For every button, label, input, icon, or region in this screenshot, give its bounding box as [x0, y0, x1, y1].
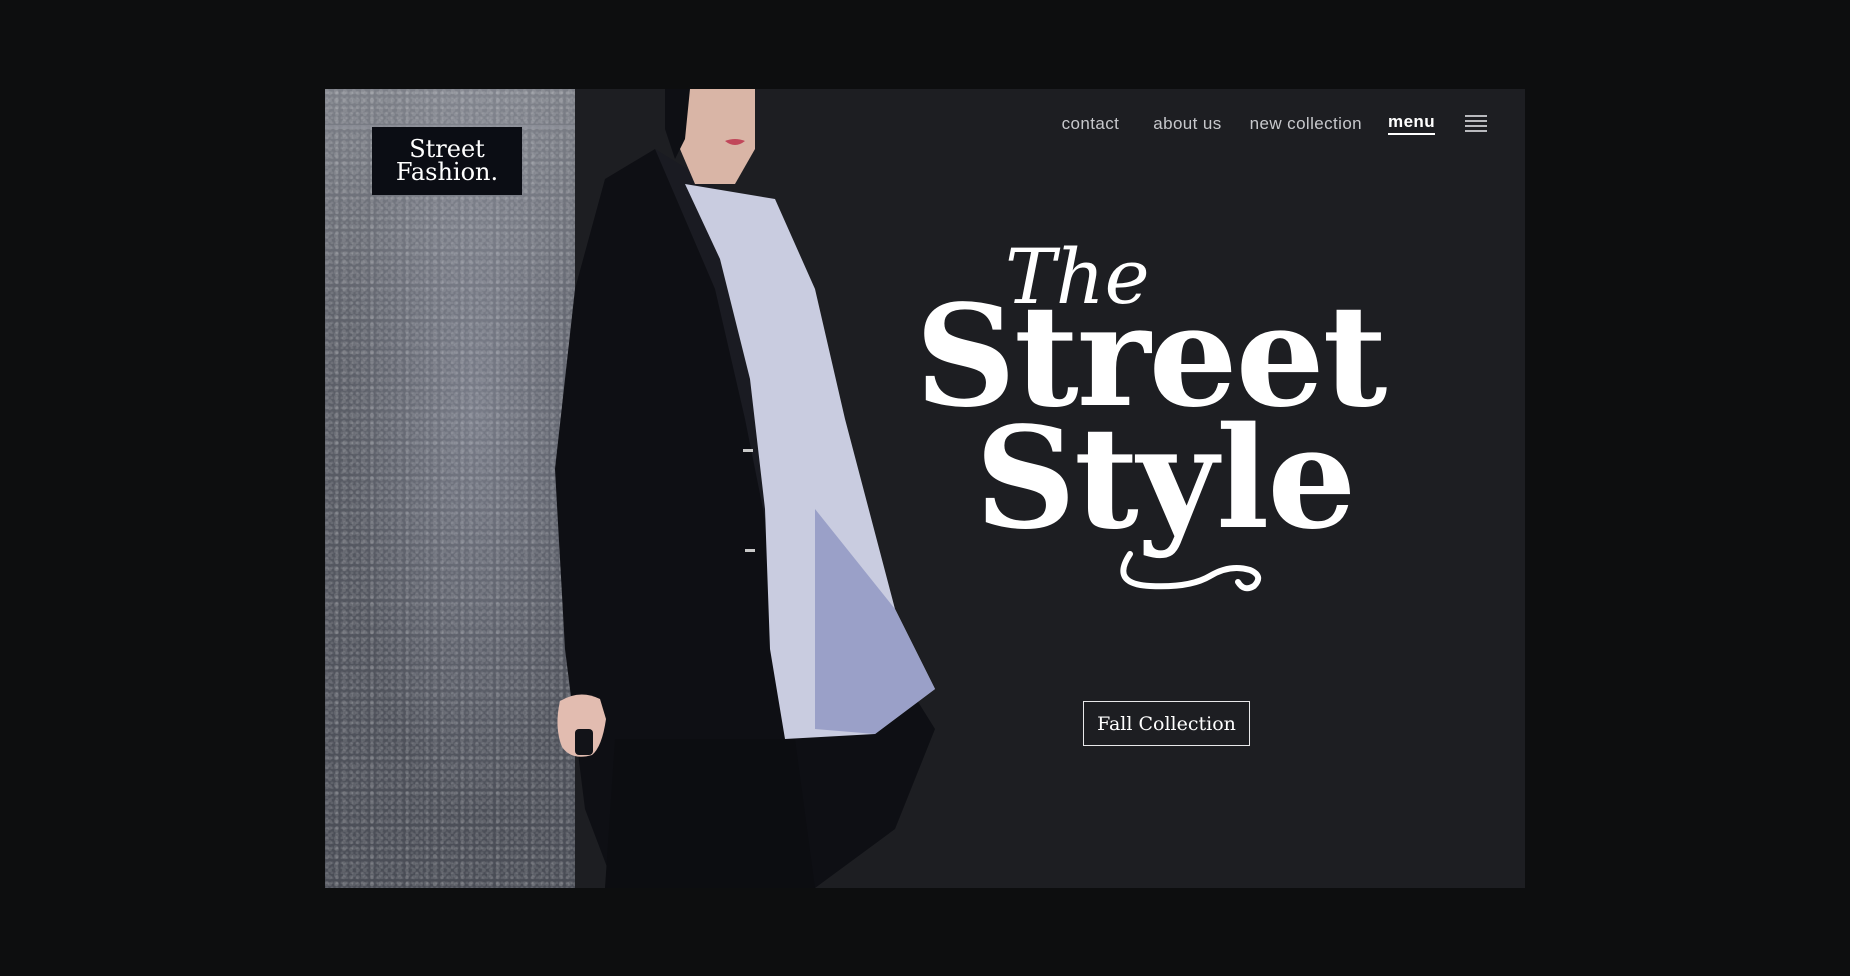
hero-frame: Street Fashion. contact about us new col… [325, 89, 1525, 888]
brand-logo[interactable]: Street Fashion. [372, 127, 522, 195]
hamburger-icon[interactable] [1465, 115, 1487, 132]
decorative-swash-icon [1120, 551, 1262, 592]
nav-link-menu[interactable]: menu [1388, 112, 1435, 135]
fall-collection-button[interactable]: Fall Collection [1083, 701, 1250, 746]
hero-headline: The Street Style [915, 239, 1395, 599]
nav-link-new-collection[interactable]: new collection [1250, 114, 1362, 134]
logo-line-2: Fashion. [395, 158, 499, 186]
nav-link-contact[interactable]: contact [1062, 114, 1120, 134]
top-navigation: contact about us new collection menu [1062, 112, 1487, 135]
headline-style: Style [975, 397, 1356, 561]
nav-link-about-us[interactable]: about us [1153, 114, 1221, 134]
